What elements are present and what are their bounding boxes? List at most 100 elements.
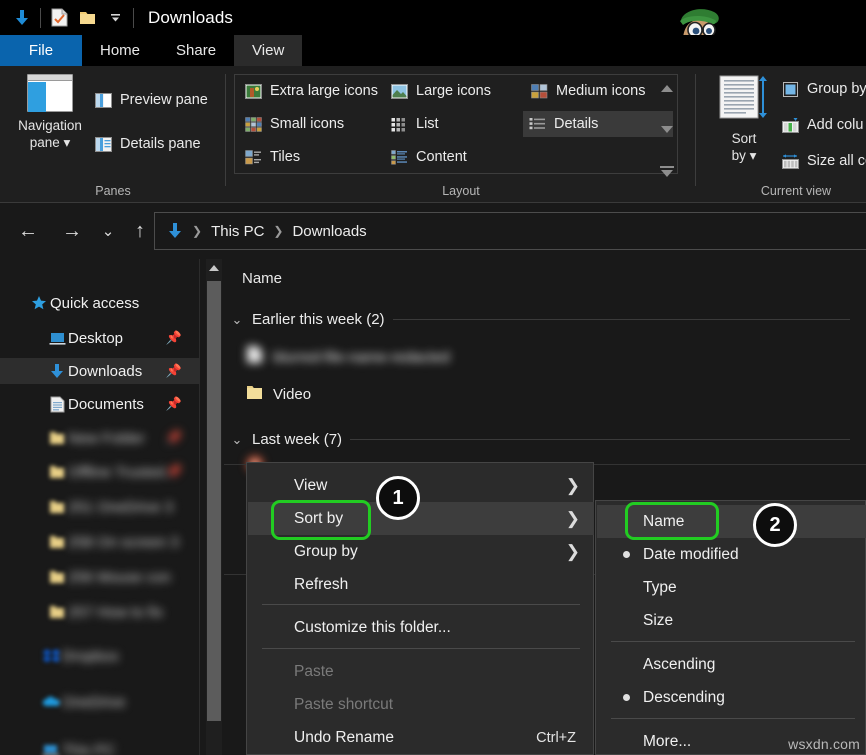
- menu-item-refresh-label: Refresh: [294, 576, 348, 594]
- details-pane-icon: [95, 137, 112, 152]
- sidebar-item-desktop[interactable]: Desktop 📌: [0, 325, 200, 351]
- radio-bullet-icon: [623, 551, 630, 558]
- tab-view[interactable]: View: [234, 35, 302, 66]
- layout-list[interactable]: List: [385, 111, 445, 137]
- sidebar-item-redacted-2[interactable]: Offline Trusted 📌: [0, 459, 200, 485]
- scroll-down-icon[interactable]: [661, 126, 673, 133]
- dropbox-icon: [40, 648, 62, 665]
- pin-icon[interactable]: 📌: [166, 396, 182, 412]
- sidebar-item-onedrive[interactable]: OneDrive: [0, 689, 200, 715]
- details-icon: [529, 117, 546, 132]
- layout-extra-large-icons[interactable]: Extra large icons: [239, 78, 384, 104]
- customize-qat-chevron-icon[interactable]: [101, 3, 129, 33]
- expand-gallery-icon[interactable]: [660, 166, 674, 177]
- submenu-item-size[interactable]: Size: [597, 604, 866, 637]
- preview-pane-button[interactable]: Preview pane: [95, 92, 208, 108]
- menu-item-view[interactable]: View ❯: [248, 469, 594, 502]
- details-pane-button[interactable]: Details pane: [95, 136, 201, 152]
- recent-locations-button[interactable]: ⌄: [94, 217, 122, 245]
- list-item[interactable]: blurred-file-name-redacted: [246, 345, 450, 369]
- navigation-pane-scrollbar[interactable]: [206, 259, 222, 755]
- breadcrumb-separator-2[interactable]: ❯: [270, 224, 286, 238]
- menu-item-undo-rename-accelerator: Ctrl+Z: [536, 730, 576, 746]
- menu-item-customize-this-folder[interactable]: Customize this folder...: [248, 611, 594, 644]
- sort-by-dropdown-icon[interactable]: ▾: [746, 148, 757, 163]
- details-pane-label: Details pane: [120, 136, 201, 152]
- breadcrumb-separator-1[interactable]: ❯: [189, 224, 205, 238]
- layout-gallery: Extra large icons Large icons Medium ico…: [234, 74, 678, 174]
- ribbon-group-current-view: Sort by ▾ Group by Add colu: [696, 66, 866, 202]
- new-folder-icon[interactable]: [73, 3, 101, 33]
- add-columns-icon: [782, 118, 799, 133]
- menu-item-group-by-label: Group by: [294, 543, 358, 561]
- submenu-item-descending[interactable]: Descending: [597, 681, 866, 714]
- list-item[interactable]: Video: [246, 384, 311, 405]
- step-badge-2: 2: [753, 503, 797, 547]
- tab-share[interactable]: Share: [158, 35, 234, 66]
- sidebar-item-redacted-6[interactable]: 257 How to fix: [0, 599, 200, 625]
- column-header-name[interactable]: Name: [242, 270, 282, 287]
- layout-details[interactable]: Details: [523, 111, 673, 137]
- scrollbar-up-icon[interactable]: [209, 265, 219, 271]
- navigation-pane-button[interactable]: Navigation pane ▾: [10, 74, 90, 151]
- submenu-item-date-modified[interactable]: Date modified: [597, 538, 866, 571]
- folder-icon: [46, 465, 68, 479]
- sidebar-item-this-pc[interactable]: This PC: [0, 737, 200, 755]
- properties-icon[interactable]: [45, 3, 73, 33]
- scroll-up-icon[interactable]: [661, 85, 673, 92]
- submenu-item-size-label: Size: [643, 612, 673, 630]
- forward-button[interactable]: →: [58, 217, 86, 245]
- address-input[interactable]: ❯ This PC ❯ Downloads: [154, 212, 866, 250]
- sidebar-item-redacted-4[interactable]: 258 On screen 3: [0, 529, 200, 555]
- sidebar-item-redacted-3[interactable]: 251 OneDrive 3: [0, 494, 200, 520]
- pin-icon[interactable]: 📌: [166, 330, 182, 346]
- submenu-item-ascending-label: Ascending: [643, 656, 715, 674]
- scrollbar-thumb[interactable]: [207, 281, 221, 721]
- pin-icon[interactable]: 📌: [166, 464, 182, 480]
- layout-tiles[interactable]: Tiles: [239, 144, 306, 170]
- file-icon: [246, 345, 263, 369]
- quick-access-toolbar: [0, 0, 138, 35]
- add-columns-label: Add colu: [807, 117, 863, 133]
- sidebar-item-documents[interactable]: Documents 📌: [0, 391, 200, 417]
- group-header-earlier-this-week[interactable]: ⌄ Earlier this week (2): [230, 311, 850, 328]
- pin-icon[interactable]: 📌: [166, 430, 182, 446]
- layout-details-label: Details: [554, 116, 598, 132]
- layout-large-icons[interactable]: Large icons: [385, 78, 497, 104]
- layout-list-label: List: [416, 116, 439, 132]
- sidebar-item-this-pc-label: This PC: [62, 742, 115, 755]
- group-header-last-week[interactable]: ⌄ Last week (7): [230, 431, 850, 448]
- size-all-columns-button[interactable]: Size all co: [782, 153, 866, 169]
- submenu-item-ascending[interactable]: Ascending: [597, 648, 866, 681]
- tab-file[interactable]: File: [0, 35, 82, 66]
- sidebar-item-dropbox[interactable]: Dropbox: [0, 643, 200, 669]
- sidebar-item-quick-access[interactable]: Quick access: [0, 290, 200, 316]
- add-columns-button[interactable]: Add colu: [782, 117, 863, 133]
- sidebar-item-downloads[interactable]: Downloads 📌: [0, 358, 200, 384]
- breadcrumb-this-pc[interactable]: This PC: [207, 223, 268, 240]
- layout-large-icons-label: Large icons: [416, 83, 491, 99]
- tab-home[interactable]: Home: [82, 35, 158, 66]
- menu-item-refresh[interactable]: Refresh: [248, 568, 594, 601]
- submenu-item-type[interactable]: Type: [597, 571, 866, 604]
- group-by-button[interactable]: Group by: [782, 81, 866, 97]
- up-button[interactable]: ↑: [126, 217, 154, 245]
- layout-medium-icons[interactable]: Medium icons: [525, 78, 651, 104]
- folder-icon: [46, 500, 68, 514]
- sidebar-item-redacted-1[interactable]: New Folder 📌: [0, 425, 200, 451]
- menu-item-undo-rename[interactable]: Undo Rename Ctrl+Z: [248, 721, 594, 754]
- sidebar-item-redacted-2-label: Offline Trusted: [68, 464, 165, 481]
- layout-content[interactable]: Content: [385, 144, 473, 170]
- chevron-down-icon[interactable]: ⌄: [230, 432, 244, 448]
- navigation-pane-icon: [27, 74, 73, 112]
- download-icon[interactable]: [8, 3, 36, 33]
- pin-icon[interactable]: 📌: [166, 363, 182, 379]
- breadcrumb-downloads[interactable]: Downloads: [288, 223, 370, 240]
- sidebar-item-redacted-5[interactable]: 256 Mouse con: [0, 564, 200, 590]
- sort-by-button[interactable]: Sort by ▾: [704, 74, 784, 164]
- chevron-down-icon[interactable]: ⌄: [230, 312, 244, 328]
- menu-item-paste-shortcut-label: Paste shortcut: [294, 696, 393, 714]
- navigation-pane-dropdown-icon[interactable]: ▾: [60, 135, 71, 150]
- back-button[interactable]: ←: [14, 217, 42, 245]
- layout-small-icons[interactable]: Small icons: [239, 111, 350, 137]
